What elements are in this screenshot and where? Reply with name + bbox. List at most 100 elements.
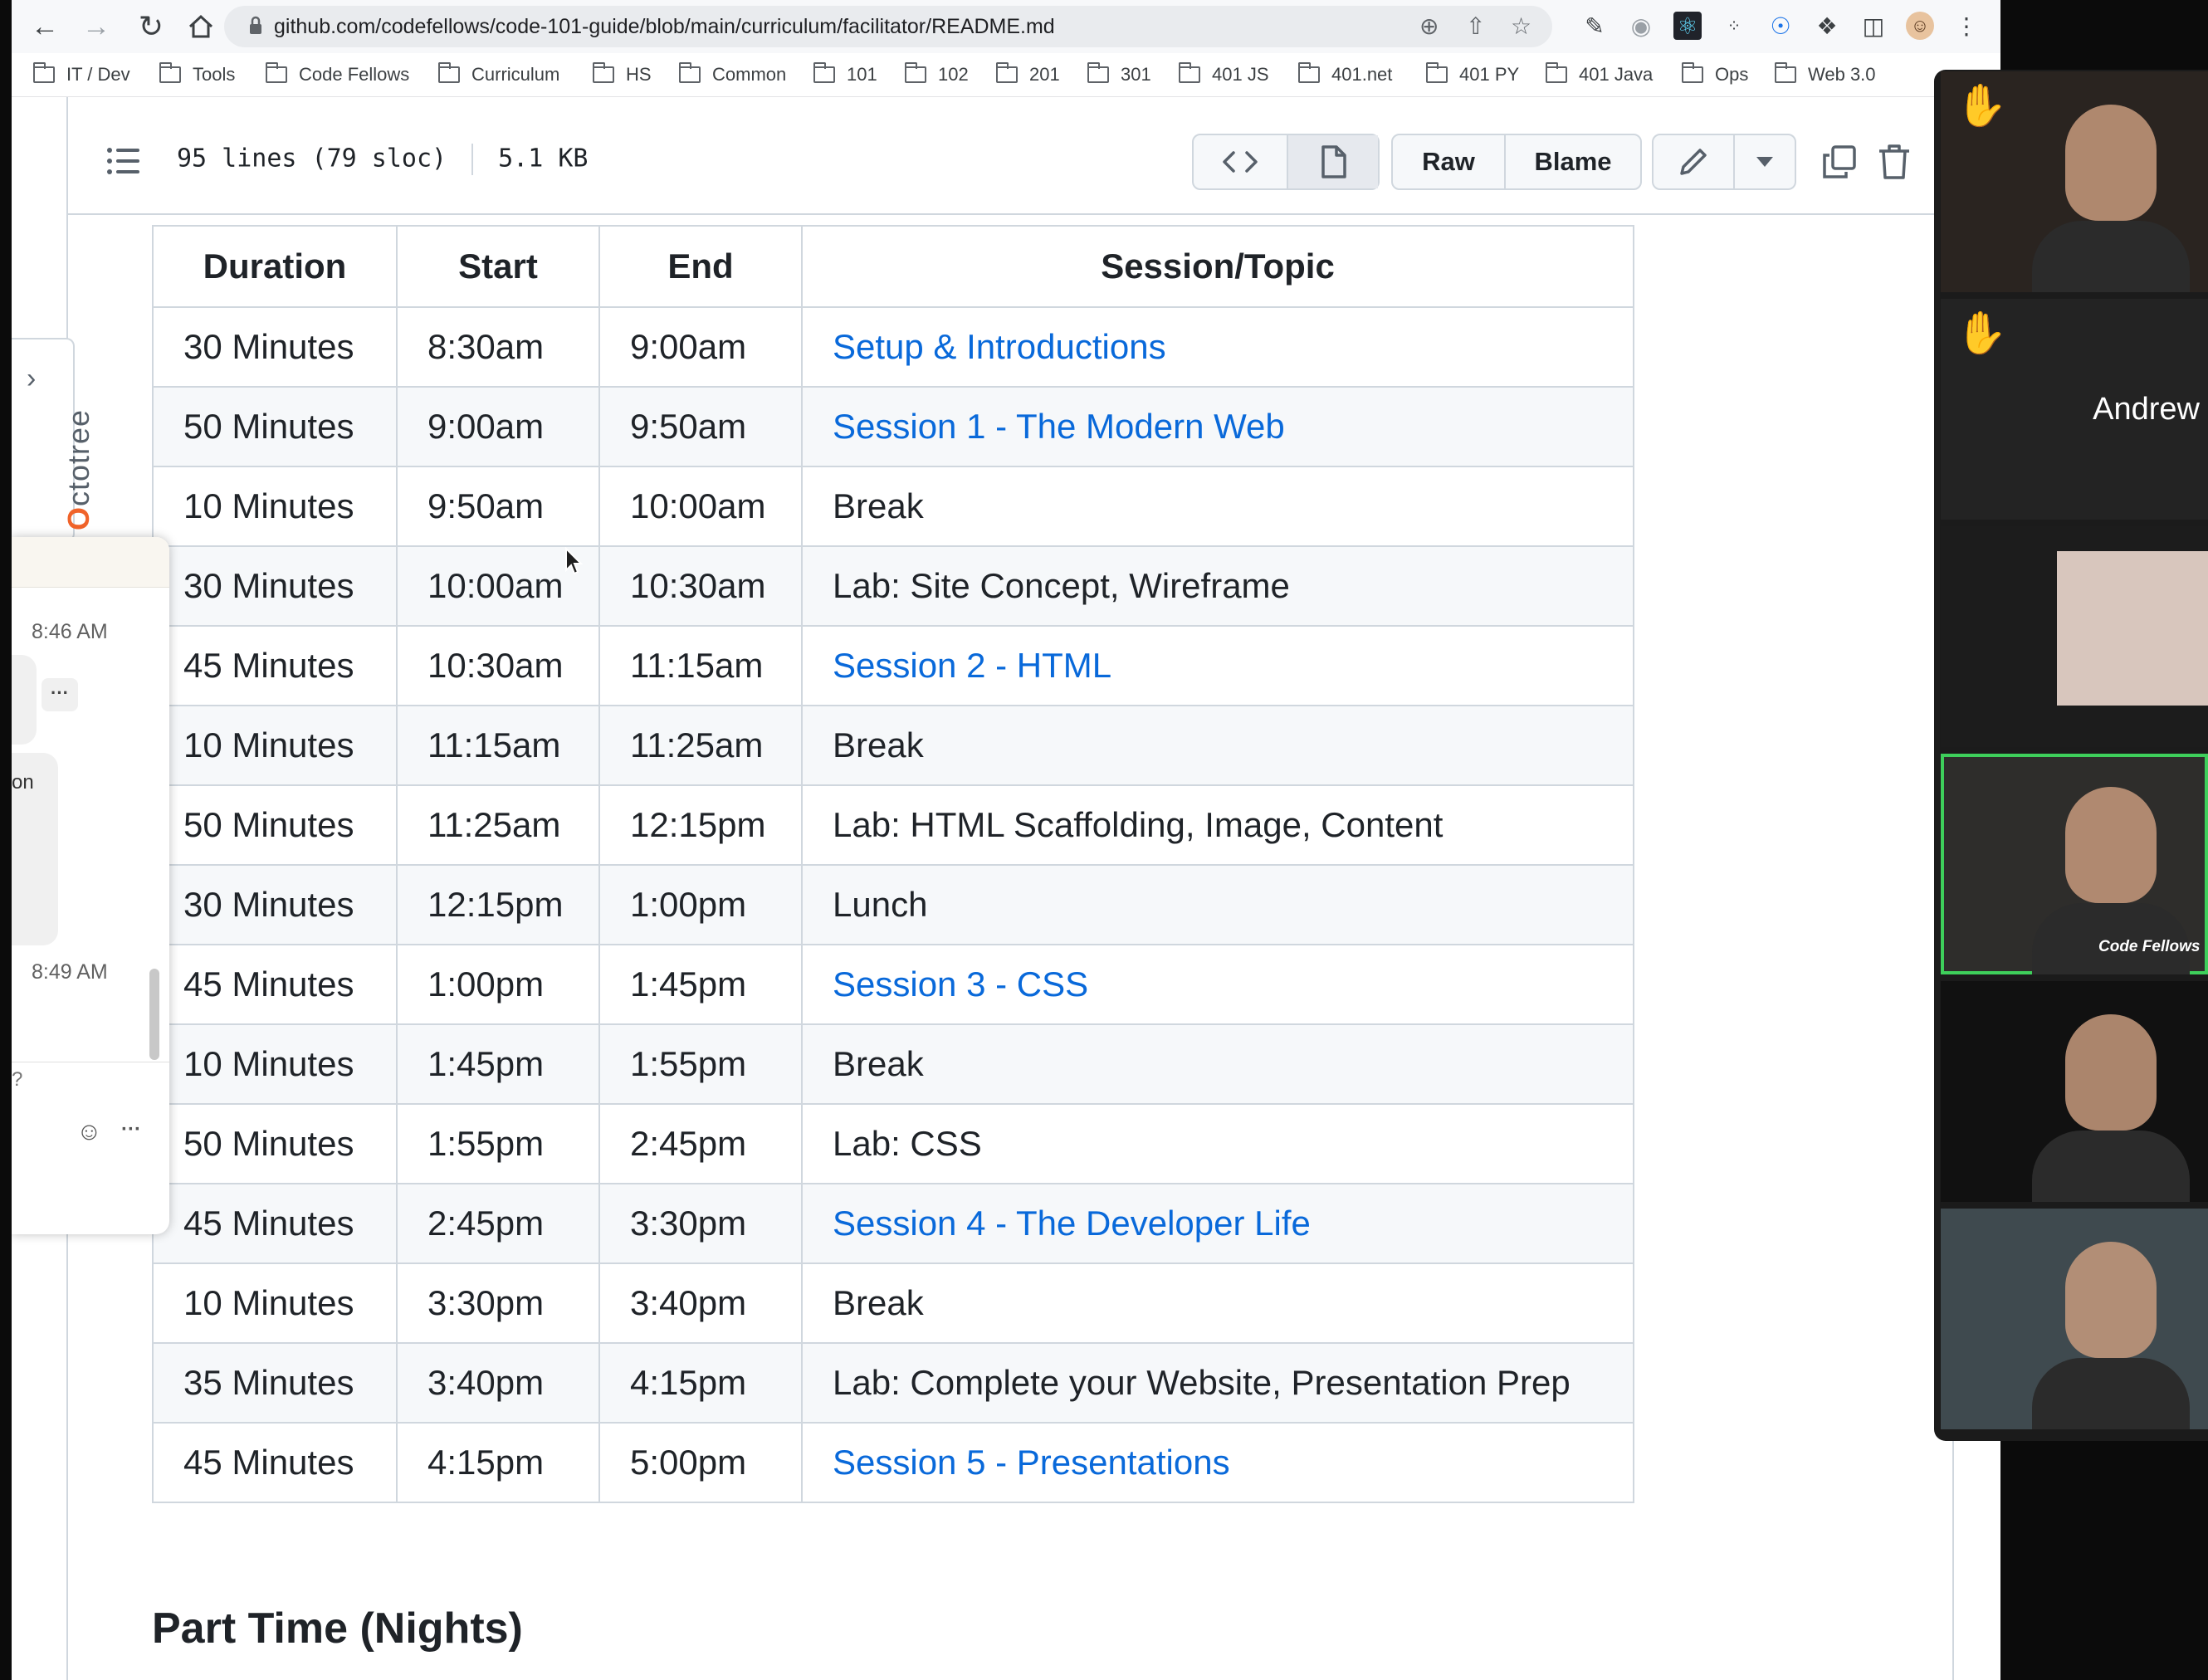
end-cell: 10:00am <box>598 466 803 547</box>
chat-input-actions: ☺ ··· <box>12 1118 169 1151</box>
folder-icon <box>905 62 926 83</box>
forward-icon[interactable]: → <box>80 10 113 43</box>
folder-icon <box>593 62 614 83</box>
file-icon <box>1321 145 1346 178</box>
emoji-icon[interactable]: ☺ <box>76 1118 102 1146</box>
session-link[interactable]: Session 5 - Presentations <box>801 1422 1634 1503</box>
zoom-icon[interactable]: ⊕ <box>1419 13 1439 40</box>
end-cell: 10:30am <box>598 545 803 627</box>
code-view-button[interactable] <box>1194 135 1287 188</box>
participant-body <box>2032 1131 2190 1202</box>
duration-cell: 30 Minutes <box>152 545 398 627</box>
trash-icon[interactable] <box>1874 142 1914 182</box>
reload-icon[interactable]: ↻ <box>134 10 168 43</box>
browser-window: ← → ↻ github.com/codefellows/code-101-gu… <box>12 0 2000 1680</box>
camera-extension-icon[interactable]: ◉ <box>1627 12 1655 40</box>
copy-icon[interactable] <box>1820 142 1859 182</box>
bookmark-folder[interactable]: Code Fellows <box>266 61 409 88</box>
edit-button[interactable] <box>1654 135 1733 188</box>
folder-icon <box>1298 62 1320 83</box>
home-icon[interactable] <box>184 10 217 43</box>
bookmark-folder[interactable]: 401.net <box>1298 61 1392 88</box>
puzzle-icon[interactable]: ❖ <box>1813 12 1841 40</box>
video-tile[interactable]: ✋ <box>1941 71 2208 292</box>
octotree-tab[interactable]: › Octotree <box>12 338 95 542</box>
file-size: 5.1 KB <box>498 144 589 173</box>
end-cell: 5:00pm <box>598 1422 803 1503</box>
message-bubble[interactable] <box>12 655 37 745</box>
lock-icon <box>250 16 261 34</box>
raised-hand-icon: ✋ <box>1956 310 2008 356</box>
back-icon[interactable]: ← <box>28 10 61 43</box>
chat-scrollbar[interactable] <box>149 969 159 1060</box>
participant-name: Andrew <box>2093 392 2200 427</box>
session-link[interactable]: Setup & Introductions <box>801 306 1634 388</box>
menu-kebab-icon[interactable]: ⋮ <box>1952 12 1981 40</box>
share-icon[interactable]: ⇧ <box>1466 13 1485 40</box>
session-link[interactable]: Session 2 - HTML <box>801 625 1634 706</box>
bookmark-star-icon[interactable]: ☆ <box>1511 13 1531 40</box>
message-more-button[interactable]: ··· <box>42 678 78 711</box>
participant-video <box>2065 105 2157 221</box>
bookmark-folder[interactable]: Ops <box>1682 61 1748 88</box>
extension-g-icon[interactable]: ☉ <box>1766 12 1795 40</box>
table-row: 30 Minutes 8:30am 9:00am Setup & Introducti… <box>152 306 1634 388</box>
file-info: 95 lines (79 sloc) 5.1 KB <box>177 144 588 175</box>
bookmark-folder[interactable]: IT / Dev <box>33 61 130 88</box>
more-options-icon[interactable]: ··· <box>121 1118 141 1141</box>
address-bar[interactable]: github.com/codefellows/code-101-guide/bl… <box>224 6 1552 47</box>
bookmark-folder[interactable]: 201 <box>996 61 1060 88</box>
session-topic: Break <box>801 466 1634 547</box>
bookmark-folder[interactable]: 401 PY <box>1426 61 1519 88</box>
bookmark-folder[interactable]: Tools <box>159 61 235 88</box>
side-panel-icon[interactable]: ◫ <box>1859 12 1888 40</box>
bookmark-folder[interactable]: 102 <box>905 61 969 88</box>
column-header: Duration <box>152 225 398 308</box>
pencil-icon <box>1680 149 1707 175</box>
bookmark-folder[interactable]: HS <box>593 61 652 88</box>
table-row: 10 Minutes 1:45pm 1:55pm Break <box>152 1023 1634 1105</box>
bookmark-folder[interactable]: Web 3.0 <box>1775 61 1876 88</box>
table-of-contents-icon[interactable] <box>106 147 139 175</box>
raw-blame-group: Raw Blame <box>1391 134 1642 190</box>
blame-button[interactable]: Blame <box>1504 135 1640 188</box>
session-link[interactable]: Session 4 - The Developer Life <box>801 1183 1634 1264</box>
start-cell: 4:15pm <box>396 1422 600 1503</box>
folder-icon <box>159 62 181 83</box>
chevron-right-icon: › <box>27 363 37 394</box>
start-cell: 10:30am <box>396 625 600 706</box>
bookmark-folder[interactable]: 401 JS <box>1179 61 1269 88</box>
pen-extension-icon[interactable]: ✎ <box>1580 12 1609 40</box>
table-row: 45 Minutes 2:45pm 3:30pm Session 4 - The De… <box>152 1183 1634 1264</box>
video-tile[interactable] <box>1941 1209 2208 1429</box>
folder-icon <box>1775 62 1796 83</box>
session-link[interactable]: Session 1 - The Modern Web <box>801 386 1634 467</box>
raw-button[interactable]: Raw <box>1393 135 1504 188</box>
bookmark-folder[interactable]: Common <box>679 61 786 88</box>
bookmark-folder[interactable]: Curriculum <box>438 61 559 88</box>
table-row: 45 Minutes 10:30am 11:15am Session 2 - HTML <box>152 625 1634 706</box>
participant-body <box>2032 1358 2190 1429</box>
folder-icon <box>679 62 701 83</box>
preview-view-button[interactable] <box>1287 135 1378 188</box>
duration-cell: 50 Minutes <box>152 1103 398 1184</box>
video-tile[interactable] <box>1941 981 2208 1202</box>
react-extension-icon[interactable]: ⚛ <box>1673 12 1702 40</box>
session-link[interactable]: Session 3 - CSS <box>801 944 1634 1025</box>
profile-avatar-icon[interactable]: ☺ <box>1906 12 1934 40</box>
bookmark-folder[interactable]: 301 <box>1087 61 1151 88</box>
video-tile[interactable]: ✋ Andrew <box>1941 299 2208 520</box>
dots-extension-icon[interactable]: ⁘ <box>1720 12 1748 40</box>
folder-icon <box>266 62 287 83</box>
end-cell: 1:55pm <box>598 1023 803 1105</box>
octotree-label: Octotree <box>61 408 95 530</box>
end-cell: 11:25am <box>598 705 803 786</box>
desktop-background <box>2000 0 2208 70</box>
video-tile[interactable] <box>1941 526 2208 747</box>
duration-cell: 30 Minutes <box>152 306 398 388</box>
start-cell: 11:15am <box>396 705 600 786</box>
bookmark-folder[interactable]: 401 Java <box>1546 61 1653 88</box>
video-tile[interactable]: Code Fellows <box>1941 754 2208 974</box>
edit-dropdown-button[interactable] <box>1733 135 1795 188</box>
bookmark-folder[interactable]: 101 <box>813 61 877 88</box>
